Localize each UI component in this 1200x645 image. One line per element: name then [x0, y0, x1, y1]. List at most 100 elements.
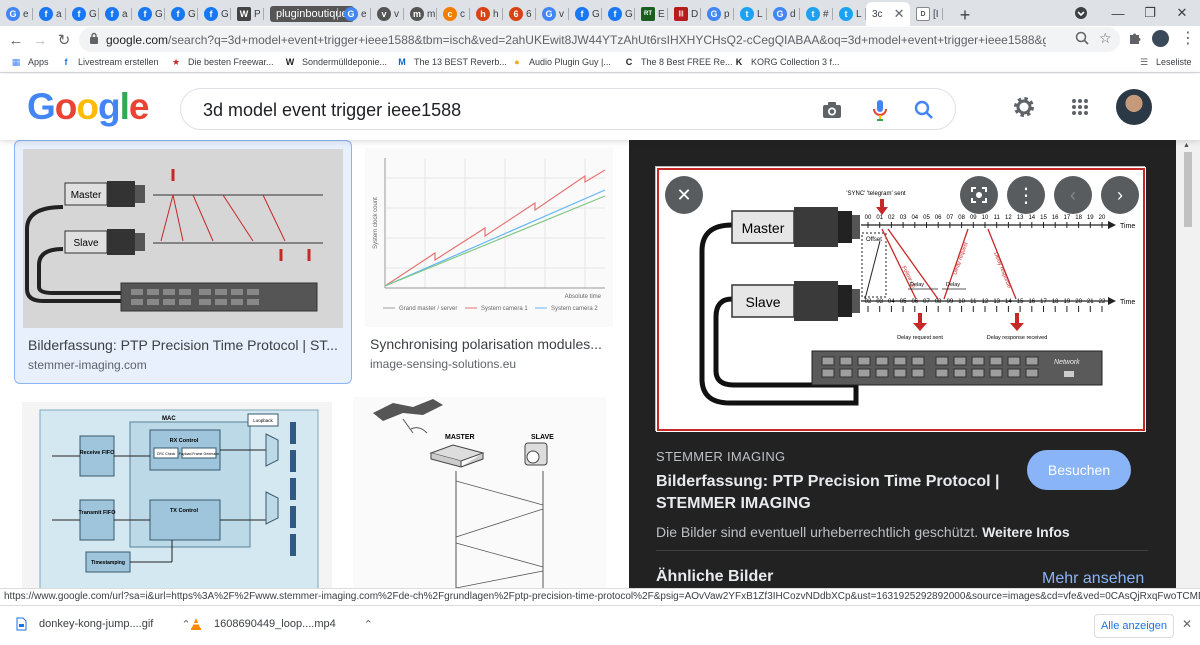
close-window-icon[interactable]: ✕ [1164, 0, 1200, 26]
browser-tab[interactable]: tL [833, 2, 866, 26]
browser-tab[interactable]: RT E [635, 2, 668, 26]
browser-tab[interactable]: cc [437, 2, 470, 26]
browser-tab[interactable]: tL [734, 2, 767, 26]
microphone-icon[interactable] [869, 99, 891, 121]
thumb2-y-label: System clock count [373, 197, 379, 249]
camera-icon[interactable] [821, 99, 843, 121]
preview-title[interactable]: Bilderfassung: PTP Precision Time Protoc… [656, 471, 1011, 515]
scroll-thumb[interactable] [1184, 152, 1192, 227]
browser-tab[interactable]: mm [404, 2, 437, 26]
browser-tab[interactable]: fG [165, 2, 198, 26]
bookmark-star-icon[interactable]: ☆ [1099, 30, 1112, 47]
browser-tab[interactable]: WP [231, 2, 264, 26]
browser-tab[interactable]: fG [132, 2, 165, 26]
reload-icon[interactable]: ↻ [52, 28, 76, 52]
browser-tab[interactable]: Ge [0, 2, 33, 26]
result-title-1[interactable]: Bilderfassung: PTP Precision Time Protoc… [28, 337, 340, 353]
browser-tab-pluginboutique[interactable]: pluginboutique [264, 2, 354, 26]
download-item-1[interactable]: donkey-kong-jump....gif ⌃ [16, 617, 191, 631]
reading-list[interactable]: ☰ Leseliste [1138, 56, 1192, 68]
see-more-link[interactable]: Mehr ansehen [1042, 570, 1144, 588]
browser-tab[interactable]: t # [800, 2, 833, 26]
account-avatar[interactable] [1116, 89, 1152, 125]
browser-tab[interactable]: Gd [767, 2, 800, 26]
download-item-2[interactable]: 1608690449_loop....mp4 ⌃ [190, 617, 373, 631]
chevron-up-icon[interactable]: ⌃ [364, 618, 373, 631]
extensions-puzzle-icon[interactable] [1128, 31, 1142, 50]
visit-button[interactable]: Besuchen [1027, 450, 1131, 490]
browser-tab[interactable]: D [I [910, 2, 943, 26]
result-title-2[interactable]: Synchronising polarisation modules... [370, 336, 610, 352]
bookmark-item[interactable]: f Livestream erstellen [60, 56, 159, 68]
result-thumbnail-2[interactable]: System clock count Absolute time Grand m… [365, 148, 613, 327]
preview-delay-label-2: Delay [946, 282, 960, 288]
switch-port [953, 356, 967, 366]
result-site-2[interactable]: image-sensing-solutions.eu [370, 357, 516, 371]
address-bar[interactable]: google.com/search?q=3d+model+event+trigg… [79, 27, 1120, 52]
active-tab[interactable]: 3c ✕ [866, 2, 910, 26]
more-options-button[interactable]: ⋮ [1007, 176, 1045, 214]
bookmark-item[interactable]: C The 8 Best FREE Re... [623, 56, 733, 68]
more-info-link[interactable]: Weitere Infos [982, 524, 1070, 540]
search-box[interactable]: 3d model event trigger ieee1588 [180, 88, 956, 130]
search-input[interactable]: 3d model event trigger ieee1588 [203, 100, 461, 121]
close-shelf-icon[interactable]: ✕ [1182, 617, 1192, 631]
result-thumbnail-3[interactable]: MAC Receive FIFO RX Control Transmit FIF… [22, 402, 332, 588]
previous-image-button[interactable]: ‹ [1054, 176, 1092, 214]
back-arrow-icon[interactable]: ← [4, 28, 28, 52]
browser-tab[interactable]: ||| D [668, 2, 701, 26]
bookmark-item[interactable]: ● Audio Plugin Guy |... [511, 56, 611, 68]
lens-search-button[interactable] [960, 176, 998, 214]
bookmark-item[interactable]: ★ Die besten Freewar... [170, 56, 274, 68]
restore-icon[interactable]: ❐ [1132, 0, 1168, 26]
result-thumbnail-1[interactable]: Master Slave [23, 149, 343, 328]
tab-search-icon[interactable] [1063, 0, 1099, 26]
browser-tab[interactable]: fG [602, 2, 635, 26]
browser-tab[interactable]: fG [66, 2, 99, 26]
browser-tab[interactable]: fG [569, 2, 602, 26]
download-name-1: donkey-kong-jump....gif [39, 618, 154, 630]
tab-title: a [56, 8, 62, 20]
image-result-1[interactable]: Master Slave Bilderfassung: PTP Precisio… [14, 140, 352, 384]
page-scrollbar[interactable]: ▲ ▼ [1176, 140, 1200, 605]
browser-tab[interactable]: fa [33, 2, 66, 26]
apps-grid-icon[interactable] [1071, 98, 1089, 121]
browser-tab[interactable]: 66 [503, 2, 536, 26]
chevron-right-icon: › [1117, 184, 1123, 205]
google-logo[interactable]: Google [27, 86, 149, 128]
lock-icon[interactable] [89, 32, 99, 50]
reading-list-icon: ☰ [1139, 56, 1149, 67]
browser-tab[interactable]: Gv [536, 2, 569, 26]
close-preview-button[interactable]: ✕ [665, 176, 703, 214]
result-site-1[interactable]: stemmer-imaging.com [28, 358, 147, 372]
browser-tab[interactable]: fa [99, 2, 132, 26]
scroll-up-arrow-icon[interactable]: ▲ [1183, 142, 1190, 149]
browser-tab[interactable]: Gp [701, 2, 734, 26]
image-result-3[interactable]: MAC Receive FIFO RX Control Transmit FIF… [14, 394, 344, 588]
profile-avatar[interactable] [1152, 30, 1169, 47]
search-icon[interactable] [913, 99, 935, 121]
result-thumbnail-4[interactable]: MASTER SLAVE [353, 397, 606, 588]
bookmark-item[interactable]: W Sondermülldeponie... [284, 56, 387, 68]
image-result-4[interactable]: MASTER SLAVE [350, 394, 612, 588]
settings-gear-icon[interactable] [1012, 95, 1036, 124]
browser-tab[interactable]: vv [371, 2, 404, 26]
more-menu-icon[interactable]: ⋮ [1180, 28, 1196, 48]
image-result-2[interactable]: System clock count Absolute time Grand m… [358, 140, 616, 384]
zoom-icon[interactable] [1075, 31, 1089, 50]
close-tab-icon[interactable]: ✕ [894, 6, 905, 22]
tick-label: 12 [1005, 215, 1012, 221]
minimize-icon[interactable]: — [1100, 0, 1136, 26]
new-tab-icon[interactable]: + [953, 5, 977, 26]
bookmark-item[interactable]: ▦ Apps [10, 56, 49, 68]
bookmark-item[interactable]: M The 13 BEST Reverb... [396, 56, 507, 68]
url-text[interactable]: google.com/search?q=3d+model+event+trigg… [106, 33, 1046, 47]
next-image-button[interactable]: › [1101, 176, 1139, 214]
forward-arrow-icon[interactable]: → [28, 28, 52, 52]
preview-site[interactable]: STEMMER IMAGING [656, 449, 785, 464]
browser-tab[interactable]: hh [470, 2, 503, 26]
browser-tab[interactable]: Ge [338, 2, 371, 26]
bookmark-item[interactable]: K KORG Collection 3 f... [733, 56, 840, 68]
show-all-downloads-button[interactable]: Alle anzeigen [1094, 614, 1174, 638]
browser-tab[interactable]: fG [198, 2, 231, 26]
